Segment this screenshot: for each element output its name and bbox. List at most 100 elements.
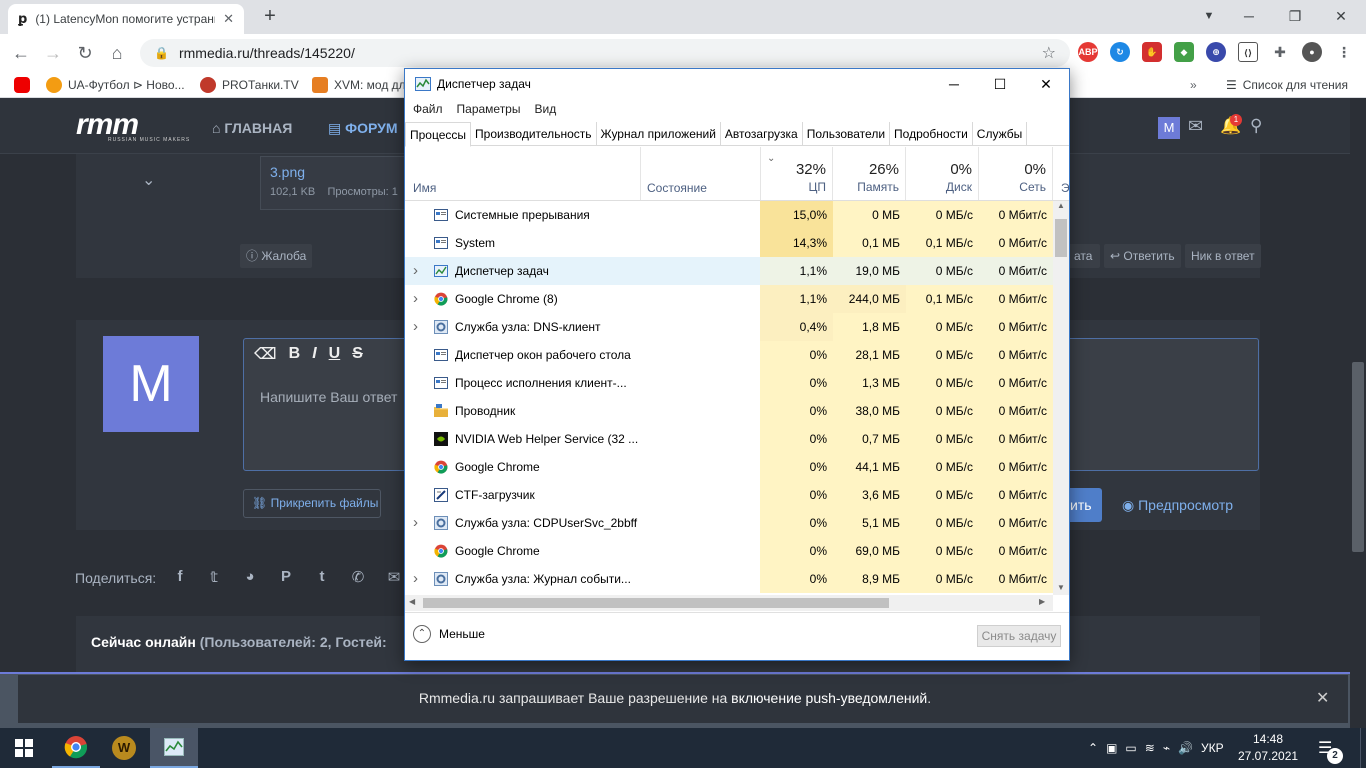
downvote-chevron-icon[interactable]: ⌄ (142, 170, 155, 190)
taskbar-clock[interactable]: 14:48 27.07.2021 (1238, 731, 1298, 765)
browser-tab[interactable]: ꝑ (1) LatencyMon помогите устранить ✕ (8, 4, 244, 34)
reply-button[interactable]: ↩ Ответить (1104, 244, 1181, 268)
process-row[interactable]: › Google Chrome (8) 1,1% 244,0 МБ 0,1 МБ/с 0 … (405, 285, 1053, 313)
push-enable-link[interactable]: включение push-уведомлений (731, 690, 927, 706)
tray-volume-icon[interactable]: 🔊 (1178, 741, 1193, 755)
show-desktop-button[interactable] (1360, 728, 1366, 768)
italic-icon[interactable]: I (312, 345, 316, 363)
whatsapp-icon[interactable]: ✆ (348, 568, 368, 588)
process-row[interactable]: › Служба узла: Журнал событи... 0% 8,9 МБ 0 … (405, 565, 1053, 593)
tab-startup[interactable]: Автозагрузка (721, 122, 803, 146)
taskbar-wow[interactable]: W (100, 728, 148, 768)
more-bookmarks-icon[interactable]: » (1190, 76, 1197, 94)
scroll-right-icon[interactable]: ▶ (1039, 597, 1045, 606)
back-icon[interactable]: ← (8, 40, 34, 66)
scroll-down-icon[interactable]: ▼ (1057, 583, 1065, 592)
bookmark-protanki[interactable]: PROТанки.TV (200, 76, 299, 94)
minimize-button[interactable]: ─ (1226, 0, 1272, 32)
close-push-icon[interactable]: ✕ (1316, 688, 1329, 708)
email-share-icon[interactable]: ✉ (384, 568, 404, 588)
process-row[interactable]: System 14,3% 0,1 МБ 0,1 МБ/с 0 Мбит/с (405, 229, 1053, 257)
expand-chevron-icon[interactable]: › (413, 509, 418, 537)
profile-avatar[interactable]: ● (1302, 42, 1322, 62)
tab-users[interactable]: Пользователи (803, 122, 891, 146)
nav-home[interactable]: ⌂ ГЛАВНАЯ (212, 120, 292, 136)
user-badge[interactable]: M (1158, 117, 1180, 139)
extensions-puzzle-icon[interactable]: ✚ (1270, 42, 1290, 62)
end-task-button[interactable]: Снять задачу (977, 625, 1061, 647)
col-disk-header[interactable]: 0% Диск (906, 147, 979, 200)
tray-speaker-outline-icon[interactable]: ▭ (1125, 741, 1136, 755)
restore-button[interactable]: ❐ (1272, 0, 1318, 32)
tm-close-button[interactable]: ✕ (1023, 69, 1069, 99)
bookmark-star-icon[interactable]: ☆ (1042, 43, 1056, 63)
expand-chevron-icon[interactable]: › (413, 285, 418, 313)
search-icon[interactable]: ⚲ (1250, 116, 1262, 136)
reload-icon[interactable]: ↻ (72, 40, 98, 66)
menu-kebab-icon[interactable]: ⋮ (1334, 42, 1354, 62)
preview-button[interactable]: ◉ Предпросмотр (1122, 497, 1233, 514)
tm-maximize-button[interactable]: ☐ (977, 69, 1023, 99)
quote-button-fragment[interactable]: ата (1068, 244, 1100, 268)
hand-extension-icon[interactable]: ✋ (1142, 42, 1162, 62)
scroll-up-icon[interactable]: ▲ (1057, 201, 1065, 210)
menu-file[interactable]: Файл (413, 102, 443, 116)
horizontal-scroll-thumb[interactable] (423, 598, 889, 608)
address-bar[interactable]: 🔒 rmmedia.ru/threads/145220/ ☆ (140, 39, 1070, 67)
tray-wifi-icon[interactable]: ≋ (1145, 741, 1155, 755)
process-row[interactable]: Google Chrome 0% 44,1 МБ 0 МБ/с 0 Мбит/с (405, 453, 1053, 481)
col-status-header[interactable]: Состояние (647, 181, 707, 195)
tab-processes[interactable]: Процессы (405, 122, 472, 147)
close-tab-icon[interactable]: ✕ (223, 11, 234, 27)
col-cpu-header[interactable]: ⌄ 32% ЦП (760, 147, 833, 200)
twitter-icon[interactable]: 𝕥 (204, 568, 224, 588)
page-scrollbar-thumb[interactable] (1352, 362, 1364, 552)
bookmark-xvm[interactable]: XVM: мод дл (312, 76, 406, 94)
tray-display-icon[interactable]: ▣ (1106, 741, 1117, 755)
process-row[interactable]: NVIDIA Web Helper Service (32 ... 0% 0,7 М… (405, 425, 1053, 453)
tray-power-icon[interactable]: ⌁ (1163, 741, 1170, 755)
scroll-left-icon[interactable]: ◀ (409, 597, 415, 606)
process-row[interactable]: Проводник 0% 38,0 МБ 0 МБ/с 0 Мбит/с (405, 397, 1053, 425)
process-row[interactable]: › Диспетчер задач 1,1% 19,0 МБ 0 МБ/с 0 Мбит/… (405, 257, 1053, 285)
tab-app-history[interactable]: Журнал приложений (597, 122, 721, 146)
process-vertical-scrollbar[interactable]: ▲ ▼ (1053, 201, 1069, 595)
underline-icon[interactable]: U (329, 345, 341, 363)
close-window-button[interactable]: ✕ (1318, 0, 1364, 32)
code-extension-icon[interactable]: ⟨⟩ (1238, 42, 1258, 62)
col-memory-header[interactable]: 26% Память (833, 147, 906, 200)
nav-forum[interactable]: ▤ ФОРУМ (328, 120, 398, 137)
menu-view[interactable]: Вид (534, 102, 556, 116)
process-row[interactable]: Процесс исполнения клиент-... 0% 1,3 МБ 0 М… (405, 369, 1053, 397)
col-network-header[interactable]: 0% Сеть (979, 147, 1053, 200)
fewer-details-button[interactable]: ⌃ Меньше (413, 625, 485, 643)
process-row[interactable]: Системные прерывания 15,0% 0 МБ 0 МБ/с 0 Мби… (405, 201, 1053, 229)
home-icon[interactable]: ⌂ (104, 40, 130, 66)
tm-minimize-button[interactable]: ─ (931, 69, 977, 99)
tab-services[interactable]: Службы (973, 122, 1028, 146)
attachment-name[interactable]: 3.png (270, 164, 305, 180)
tab-performance[interactable]: Производительность (471, 122, 597, 146)
reading-list-button[interactable]: ☰ Список для чтения (1226, 76, 1348, 94)
col-energy-header-fragment[interactable]: Э (1061, 181, 1070, 195)
send-reply-button[interactable]: ить (1068, 488, 1102, 522)
tumblr-icon[interactable]: t (312, 568, 332, 588)
nick-reply-button[interactable]: Ник в ответ (1185, 244, 1261, 268)
process-row[interactable]: Google Chrome 0% 69,0 МБ 0 МБ/с 0 Мбит/с (405, 537, 1053, 565)
vpn-extension-icon[interactable]: ⊕ (1206, 42, 1226, 62)
process-row[interactable]: › Служба узла: DNS-клиент 0,4% 1,8 МБ 0 МБ/с… (405, 313, 1053, 341)
taskbar-task-manager[interactable] (150, 728, 198, 768)
attach-files-button[interactable]: ⛓ Прикрепить файлы (243, 489, 381, 518)
col-name-header[interactable]: Имя (413, 181, 436, 195)
bold-icon[interactable]: B (289, 345, 301, 363)
process-row[interactable]: CTF-загрузчик 0% 3,6 МБ 0 МБ/с 0 Мбит/с (405, 481, 1053, 509)
start-button[interactable] (0, 728, 48, 768)
youtube-bookmark[interactable] (14, 76, 30, 94)
bookmark-ua-football[interactable]: UA-Футбол ⊳ Ново... (46, 76, 185, 94)
strikethrough-icon[interactable]: S (352, 345, 363, 363)
menu-options[interactable]: Параметры (457, 102, 521, 116)
pinterest-icon[interactable]: P (276, 568, 296, 588)
tray-language[interactable]: УКР (1201, 741, 1224, 755)
eraser-icon[interactable]: ⌫ (254, 344, 277, 364)
adblock-icon[interactable]: ABP (1078, 42, 1098, 62)
